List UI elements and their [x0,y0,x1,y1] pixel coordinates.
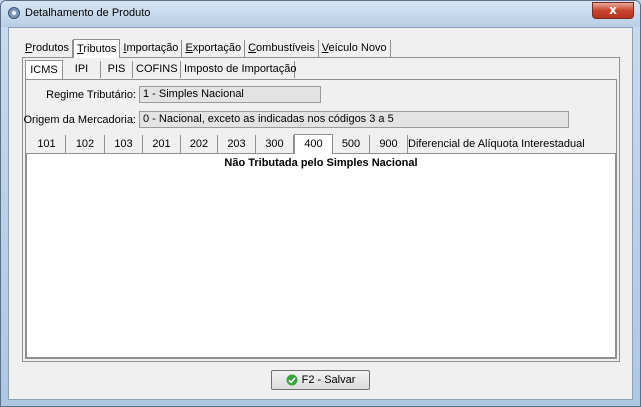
tab-exportacao[interactable]: Exportação [182,40,246,57]
cst-tab-strip: 101 102 103 201 202 203 300 400 500 900 … [28,134,585,154]
regime-tributario-label: Regime Tributário: [46,89,136,101]
content-title: Não Tributada pelo Simples Nacional [224,157,418,169]
cst-400-content: Não Tributada pelo Simples Nacional [26,153,616,358]
product-detail-window: Detalhamento de Produto x Produtos Tribu… [0,0,641,407]
tab-cst-400[interactable]: 400 [294,134,333,154]
tab-cst-102[interactable]: 102 [66,135,105,153]
tab-imposto-importacao[interactable]: Imposto de Importação [181,61,297,78]
tab-combustiveis[interactable]: Combustíveis [245,40,319,57]
tab-icms[interactable]: ICMS [25,60,63,79]
tab-cst-500[interactable]: 500 [333,135,370,153]
tab-tributos[interactable]: Tributos [73,39,121,58]
regime-tributario-field[interactable]: 1 - Simples Nacional [139,86,321,103]
tributos-panel: ICMS IPI PIS COFINS Imposto de Importaçã… [22,57,620,362]
icms-panel: Regime Tributário: 1 - Simples Nacional … [24,79,617,359]
check-icon [286,374,298,386]
tax-tab-strip: ICMS IPI PIS COFINS Imposto de Importaçã… [25,60,297,79]
tab-cst-103[interactable]: 103 [105,135,143,153]
main-tab-strip: Produtos Tributos Importação Exportação … [22,39,391,58]
gear-icon [8,7,20,19]
tab-cst-201[interactable]: 201 [143,135,181,153]
tab-diferencial-aliquota[interactable]: Diferencial de Alíquota Interestadual [408,135,585,153]
client-area: Produtos Tributos Importação Exportação … [8,27,633,400]
save-button-label: F2 - Salvar [301,374,356,386]
tab-cst-900[interactable]: 900 [370,135,408,153]
save-button[interactable]: F2 - Salvar [271,370,370,390]
window-title: Detalhamento de Produto [25,7,151,19]
tab-cst-203[interactable]: 203 [218,135,256,153]
tab-cst-101[interactable]: 101 [28,135,66,153]
title-bar[interactable]: Detalhamento de Produto x [1,1,640,27]
tab-veiculo-novo[interactable]: Veículo Novo [319,40,391,57]
tab-importacao[interactable]: Importação [120,40,183,57]
tab-pis[interactable]: PIS [101,61,133,78]
tab-cst-300[interactable]: 300 [256,135,294,153]
close-button[interactable]: x [592,2,634,19]
origem-mercadoria-field[interactable]: 0 - Nacional, exceto as indicadas nos có… [139,111,569,128]
origem-mercadoria-label: Origem da Mercadoria: [23,114,137,126]
close-icon: x [609,3,617,17]
tab-cofins[interactable]: COFINS [133,61,181,78]
tab-produtos[interactable]: Produtos [22,40,74,57]
tab-cst-202[interactable]: 202 [181,135,218,153]
tab-ipi[interactable]: IPI [63,61,101,78]
